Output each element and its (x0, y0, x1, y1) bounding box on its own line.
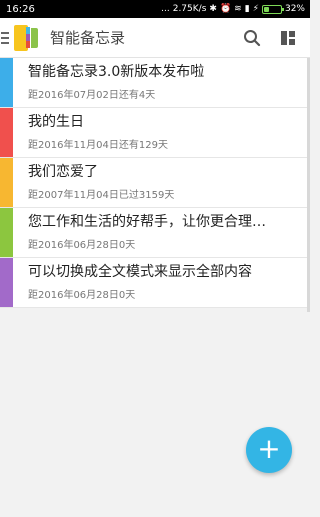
memo-color-stripe (0, 258, 13, 307)
app-bar: 智能备忘录 (0, 18, 310, 58)
memo-countdown: 距2007年11月04日已过3159天 (28, 190, 175, 201)
wifi-icon: ≋ (234, 4, 242, 14)
network-speed: 2.75K/s (172, 4, 207, 14)
memo-countdown: 距2016年06月28日0天 (28, 290, 136, 301)
memo-color-stripe (0, 208, 13, 257)
memo-title: 您工作和生活的好帮手，让你更合理… (28, 214, 266, 230)
memo-item[interactable]: 您工作和生活的好帮手，让你更合理… 距2016年06月28日0天 (0, 208, 310, 258)
memo-countdown: 距2016年06月28日0天 (28, 240, 136, 251)
status-indicators: ... 2.75K/s ✱ ⏰ ≋ ▮ ⚡ 32% (161, 4, 305, 14)
memo-color-stripe (0, 158, 13, 207)
memo-title: 可以切换成全文模式来显示全部内容 (28, 264, 252, 280)
memo-list: 智能备忘录3.0新版本发布啦 距2016年07月02日还有4天 我的生日 距20… (0, 58, 310, 308)
view-mode-button[interactable] (274, 24, 302, 52)
battery-icon (261, 4, 284, 14)
drawer-menu-icon[interactable] (0, 18, 10, 58)
memo-title: 智能备忘录3.0新版本发布啦 (28, 64, 205, 80)
search-button[interactable] (238, 24, 266, 52)
memo-color-stripe (0, 58, 13, 107)
memo-item[interactable]: 我的生日 距2016年11月04日还有129天 (0, 108, 310, 158)
bluetooth-icon: ✱ (209, 4, 217, 14)
memo-item[interactable]: 我们恋爱了 距2007年11月04日已过3159天 (0, 158, 310, 208)
memo-title: 我的生日 (28, 114, 84, 130)
alarm-icon: ⏰ (219, 4, 232, 14)
status-bar: 16:26 ... 2.75K/s ✱ ⏰ ≋ ▮ ⚡ 32% (0, 0, 310, 18)
battery-percent: 32% (284, 4, 305, 14)
memo-title: 我们恋爱了 (28, 164, 98, 180)
layout-grid-icon (281, 30, 295, 45)
memo-countdown: 距2016年07月02日还有4天 (28, 90, 156, 101)
memo-item[interactable]: 可以切换成全文模式来显示全部内容 距2016年06月28日0天 (0, 258, 310, 308)
memo-item[interactable]: 智能备忘录3.0新版本发布啦 距2016年07月02日还有4天 (0, 58, 310, 108)
app-logo-icon (14, 24, 38, 51)
memo-countdown: 距2016年11月04日还有129天 (28, 140, 168, 151)
memo-color-stripe (0, 108, 13, 157)
list-scroll-edge (307, 58, 310, 312)
add-memo-button[interactable]: + (246, 427, 292, 473)
status-time: 16:26 (6, 3, 35, 15)
cell-signal-icon: ▮ (244, 4, 250, 14)
app-title: 智能备忘录 (50, 29, 126, 47)
signal-dots: ... (161, 4, 170, 14)
charging-icon: ⚡ (252, 4, 259, 14)
search-icon (244, 29, 261, 46)
